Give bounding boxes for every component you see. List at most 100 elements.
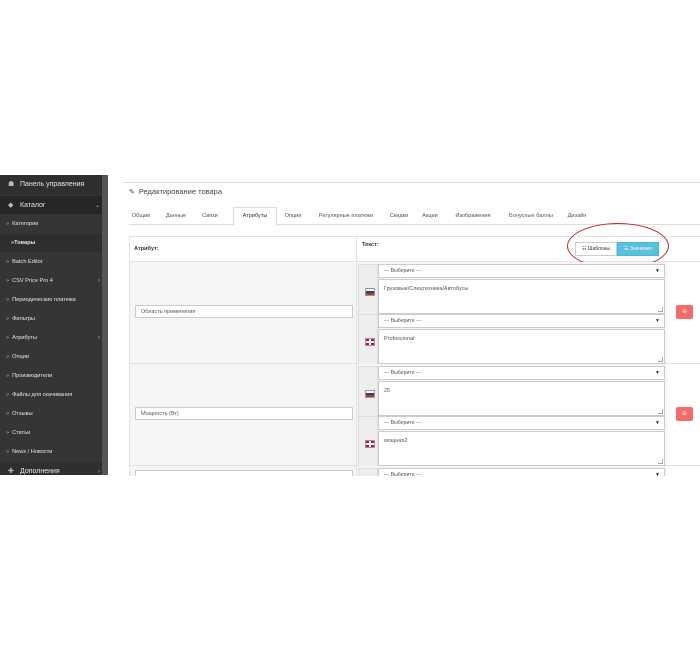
sidebar-item-label: Периодические платежи (12, 297, 76, 303)
sidebar-item-label: Файлы для скачивания (12, 392, 73, 398)
angle-double-right-icon: » (6, 297, 10, 303)
minus-circle-icon: ⊖ (681, 411, 688, 417)
flag-gb-icon (365, 338, 375, 346)
sidebar-item[interactable]: » Отзывы (0, 405, 108, 424)
language-block: --- Выберите --- ▼ Грузовые/Спецтехника/Ав… (358, 264, 665, 315)
values-button[interactable]: ☰ Значения (617, 242, 659, 256)
tab[interactable]: Опции (279, 208, 307, 224)
value-textarea[interactable]: Professional (378, 329, 665, 364)
table-header: Атрибут: Текст: ☷ Шаблоны ☰ Значения (130, 223, 700, 269)
sidebar-item[interactable]: » Периодические платежи (0, 291, 108, 310)
sidebar-item-label: Фильтры (12, 316, 35, 322)
angle-double-right-icon: » (6, 316, 10, 322)
sidebar-item[interactable]: » Batch Editor (0, 253, 108, 272)
tab[interactable]: Бонусные баллы (503, 208, 559, 224)
flag-ru-icon (365, 288, 375, 296)
flag-cell (358, 314, 378, 365)
remove-attribute-button[interactable]: ⊖ (676, 407, 693, 421)
angle-double-right-icon: » (6, 354, 10, 360)
language-block: --- Выберите --- ▼ мощная2 (358, 416, 665, 467)
angle-double-right-icon: » (6, 221, 10, 227)
list-icon: ☰ (624, 246, 629, 252)
puzzle-icon: ✚ (8, 468, 14, 475)
tag-icon: ◆ (8, 202, 14, 209)
sidebar-item-label: Атрибуты (12, 335, 37, 341)
tab[interactable]: Общие (129, 208, 153, 224)
language-block: --- Выберите --- ▼ Professional (358, 314, 665, 365)
angle-double-right-icon: » (6, 373, 10, 379)
sidebar-item[interactable]: » Опции (0, 348, 108, 367)
sidebar-item-label: Опции (12, 354, 29, 360)
language-block: --- Выберите --- ▼ (358, 468, 665, 476)
value-textarea[interactable]: Грузовые/Спецтехника/Автобусы (378, 279, 665, 314)
sidebar-item-label: Производители (12, 373, 53, 379)
chevron-right-icon: › (98, 278, 100, 284)
sidebar-item-label: Дополнения (20, 468, 60, 475)
tab[interactable]: Скидки (385, 208, 413, 224)
sidebar-item-dashboard[interactable]: ☗ Панель управления (0, 175, 108, 196)
column-header-text: Текст: (362, 242, 379, 248)
flag-cell (358, 366, 378, 417)
caret-down-icon: ▼ (655, 370, 660, 376)
angle-double-right-icon: » (6, 392, 10, 398)
remove-column (667, 466, 700, 476)
angle-double-right-icon: » (6, 449, 10, 455)
tab[interactable]: Изображения (447, 208, 499, 224)
angle-double-right-icon: » (6, 259, 10, 265)
value-textarea[interactable]: 25 (378, 381, 665, 416)
value-textarea[interactable]: мощная2 (378, 431, 665, 466)
value-select[interactable]: --- Выберите --- ▼ (378, 416, 665, 430)
minus-circle-icon: ⊖ (681, 309, 688, 315)
sidebar-item[interactable]: » Категории (0, 215, 108, 234)
sidebar-scrollbar[interactable] (102, 175, 108, 475)
chevron-right-icon: › (98, 335, 100, 341)
sidebar-item[interactable]: » Статьи (0, 424, 108, 443)
flag-cell (358, 264, 378, 315)
value-select[interactable]: --- Выберите --- ▼ (378, 314, 665, 328)
remove-attribute-button[interactable]: ⊖ (676, 305, 693, 319)
sidebar-item-catalog[interactable]: ◆ Каталог ⌄ (0, 196, 108, 215)
tab[interactable]: Регулярные платежи (311, 208, 381, 224)
attribute-table: Атрибут: Текст: ☷ Шаблоны ☰ Значения Обл… (129, 223, 700, 476)
sidebar-item[interactable]: » Фильтры (0, 310, 108, 329)
templates-button[interactable]: ☷ Шаблоны (575, 242, 617, 256)
sidebar-item-label: Товары (14, 240, 36, 246)
attribute-name-input[interactable] (135, 470, 353, 476)
flag-cell (358, 468, 378, 476)
caret-down-icon: ▼ (655, 268, 660, 274)
sidebar-item-label: CSV Price Pro 4 (12, 278, 53, 284)
angle-double-right-icon: » (6, 335, 10, 341)
list-icon: ☷ (582, 246, 587, 252)
sidebar-item-label: Отзывы (12, 411, 33, 417)
sidebar-item-label: Каталог (20, 202, 46, 209)
flag-ru-icon (365, 390, 375, 398)
tab[interactable]: Данные (159, 208, 193, 224)
mode-toggle: ☷ Шаблоны ☰ Значения (575, 242, 659, 256)
sidebar-item[interactable]: » Атрибуты › (0, 329, 108, 348)
sidebar-item[interactable]: » Производители (0, 367, 108, 386)
sidebar-item-label: Статьи (12, 430, 31, 436)
caret-down-icon: ▼ (655, 472, 660, 476)
caret-down-icon: ▼ (655, 318, 660, 324)
sidebar-item[interactable]: » CSV Price Pro 4 › (0, 272, 108, 291)
tab[interactable]: Акции (417, 208, 443, 224)
attribute-row: Область применения --- Выберите --- ▼ Грузо… (130, 262, 700, 365)
value-select[interactable]: --- Выберите --- ▼ (378, 366, 665, 380)
tab[interactable]: Дизайн (562, 208, 592, 224)
value-select[interactable]: --- Выберите --- ▼ (378, 468, 665, 476)
attribute-name-input[interactable]: Область применения (135, 305, 353, 318)
sidebar-item-label: Batch Editor (12, 259, 43, 265)
product-edit-panel: ✎ Редактирование товара Общие Данные Связи А… (123, 182, 700, 476)
chevron-right-icon: › (98, 469, 100, 475)
column-divider (356, 237, 357, 476)
sidebar-item-label: News / Новости (12, 449, 53, 455)
sidebar: ☗ Панель управления ◆ Каталог ⌄ » Категории… (0, 175, 108, 475)
attribute-name-input[interactable]: Мощность (Вт) (135, 407, 353, 420)
value-select[interactable]: --- Выберите --- ▼ (378, 264, 665, 278)
sidebar-item[interactable]: » Файлы для скачивания (0, 386, 108, 405)
tab[interactable]: Связи (195, 208, 225, 224)
sidebar-item[interactable]: »Товары (0, 234, 108, 253)
sidebar-item[interactable]: » News / Новости (0, 443, 108, 462)
sidebar-item-extensions[interactable]: ✚ Дополнения › (0, 462, 108, 475)
tab[interactable]: Атрибуты (233, 207, 277, 226)
